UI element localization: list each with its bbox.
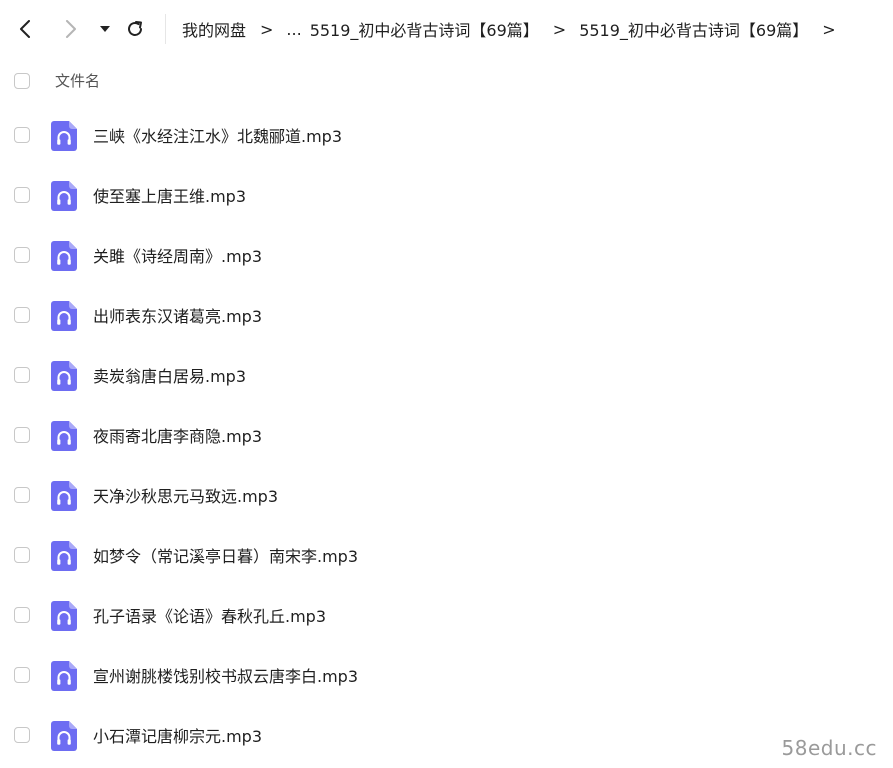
- file-checkbox[interactable]: [14, 607, 30, 623]
- file-name[interactable]: 夜雨寄北唐李商隐.mp3: [93, 423, 262, 447]
- breadcrumb-separator: >: [822, 19, 836, 39]
- breadcrumb-separator: >: [552, 19, 567, 39]
- file-row[interactable]: 三峡《水经注江水》北魏郦道.mp3: [0, 105, 893, 165]
- back-button[interactable]: [12, 14, 38, 44]
- toolbar: 我的网盘 > ... 5519_初中必背古诗词【69篇】 > 5519_初中必背…: [0, 0, 893, 58]
- audio-file-icon: [51, 361, 77, 391]
- file-row[interactable]: 如梦令（常记溪亭日暮）南宋李.mp3: [0, 525, 893, 585]
- audio-file-icon: [51, 181, 77, 211]
- file-row[interactable]: 孔子语录《论语》春秋孔丘.mp3: [0, 585, 893, 645]
- file-name[interactable]: 天净沙秋思元马致远.mp3: [93, 483, 278, 507]
- forward-button[interactable]: [58, 14, 84, 44]
- file-checkbox[interactable]: [14, 187, 30, 203]
- file-checkbox[interactable]: [14, 547, 30, 563]
- file-checkbox[interactable]: [14, 667, 30, 683]
- breadcrumb-item-parent-folder[interactable]: 5519_初中必背古诗词【69篇】: [310, 17, 539, 41]
- audio-file-icon: [51, 121, 77, 151]
- file-name[interactable]: 使至塞上唐王维.mp3: [93, 183, 246, 207]
- file-checkbox[interactable]: [14, 727, 30, 743]
- list-header: 文件名: [0, 60, 893, 102]
- audio-file-icon: [51, 421, 77, 451]
- file-row[interactable]: 出师表东汉诸葛亮.mp3: [0, 285, 893, 345]
- file-row[interactable]: 宣州谢朓楼饯别校书叔云唐李白.mp3: [0, 645, 893, 705]
- file-checkbox[interactable]: [14, 367, 30, 383]
- file-row[interactable]: 夜雨寄北唐李商隐.mp3: [0, 405, 893, 465]
- file-name[interactable]: 如梦令（常记溪亭日暮）南宋李.mp3: [93, 543, 358, 567]
- file-name[interactable]: 三峡《水经注江水》北魏郦道.mp3: [93, 123, 342, 147]
- file-row[interactable]: 关雎《诗经周南》.mp3: [0, 225, 893, 285]
- audio-file-icon: [51, 601, 77, 631]
- select-all-checkbox[interactable]: [14, 73, 30, 89]
- history-dropdown-button[interactable]: [96, 14, 114, 44]
- file-name[interactable]: 宣州谢朓楼饯别校书叔云唐李白.mp3: [93, 663, 358, 687]
- refresh-button[interactable]: [122, 14, 148, 44]
- file-list: 三峡《水经注江水》北魏郦道.mp3 使至塞上唐王维.mp3 关雎《诗经周南》.m…: [0, 105, 893, 765]
- file-row[interactable]: 小石潭记唐柳宗元.mp3: [0, 705, 893, 765]
- refresh-icon: [128, 21, 142, 36]
- chevron-left-icon: [20, 20, 30, 38]
- breadcrumb: 我的网盘 > ... 5519_初中必背古诗词【69篇】 > 5519_初中必背…: [182, 16, 849, 42]
- chevron-right-icon: [66, 20, 76, 38]
- audio-file-icon: [51, 481, 77, 511]
- caret-down-icon: [100, 26, 110, 32]
- file-checkbox[interactable]: [14, 307, 30, 323]
- watermark: 58edu.cc: [781, 736, 877, 760]
- file-name[interactable]: 关雎《诗经周南》.mp3: [93, 243, 262, 267]
- file-name[interactable]: 孔子语录《论语》春秋孔丘.mp3: [93, 603, 326, 627]
- audio-file-icon: [51, 301, 77, 331]
- column-header-filename[interactable]: 文件名: [55, 70, 100, 91]
- breadcrumb-separator: >: [260, 19, 274, 39]
- audio-file-icon: [51, 541, 77, 571]
- file-row[interactable]: 使至塞上唐王维.mp3: [0, 165, 893, 225]
- breadcrumb-item-ellipsis[interactable]: ...: [286, 20, 301, 39]
- audio-file-icon: [51, 661, 77, 691]
- breadcrumb-item-current-folder[interactable]: 5519_初中必背古诗词【69篇】: [579, 17, 808, 41]
- file-name[interactable]: 小石潭记唐柳宗元.mp3: [93, 723, 262, 747]
- file-row[interactable]: 卖炭翁唐白居易.mp3: [0, 345, 893, 405]
- file-name[interactable]: 出师表东汉诸葛亮.mp3: [93, 303, 262, 327]
- file-checkbox[interactable]: [14, 247, 30, 263]
- file-checkbox[interactable]: [14, 487, 30, 503]
- file-checkbox[interactable]: [14, 127, 30, 143]
- audio-file-icon: [51, 721, 77, 751]
- file-row[interactable]: 天净沙秋思元马致远.mp3: [0, 465, 893, 525]
- file-checkbox[interactable]: [14, 427, 30, 443]
- breadcrumb-item-root[interactable]: 我的网盘: [182, 17, 246, 41]
- file-name[interactable]: 卖炭翁唐白居易.mp3: [93, 363, 246, 387]
- audio-file-icon: [51, 241, 77, 271]
- toolbar-divider: [165, 14, 166, 44]
